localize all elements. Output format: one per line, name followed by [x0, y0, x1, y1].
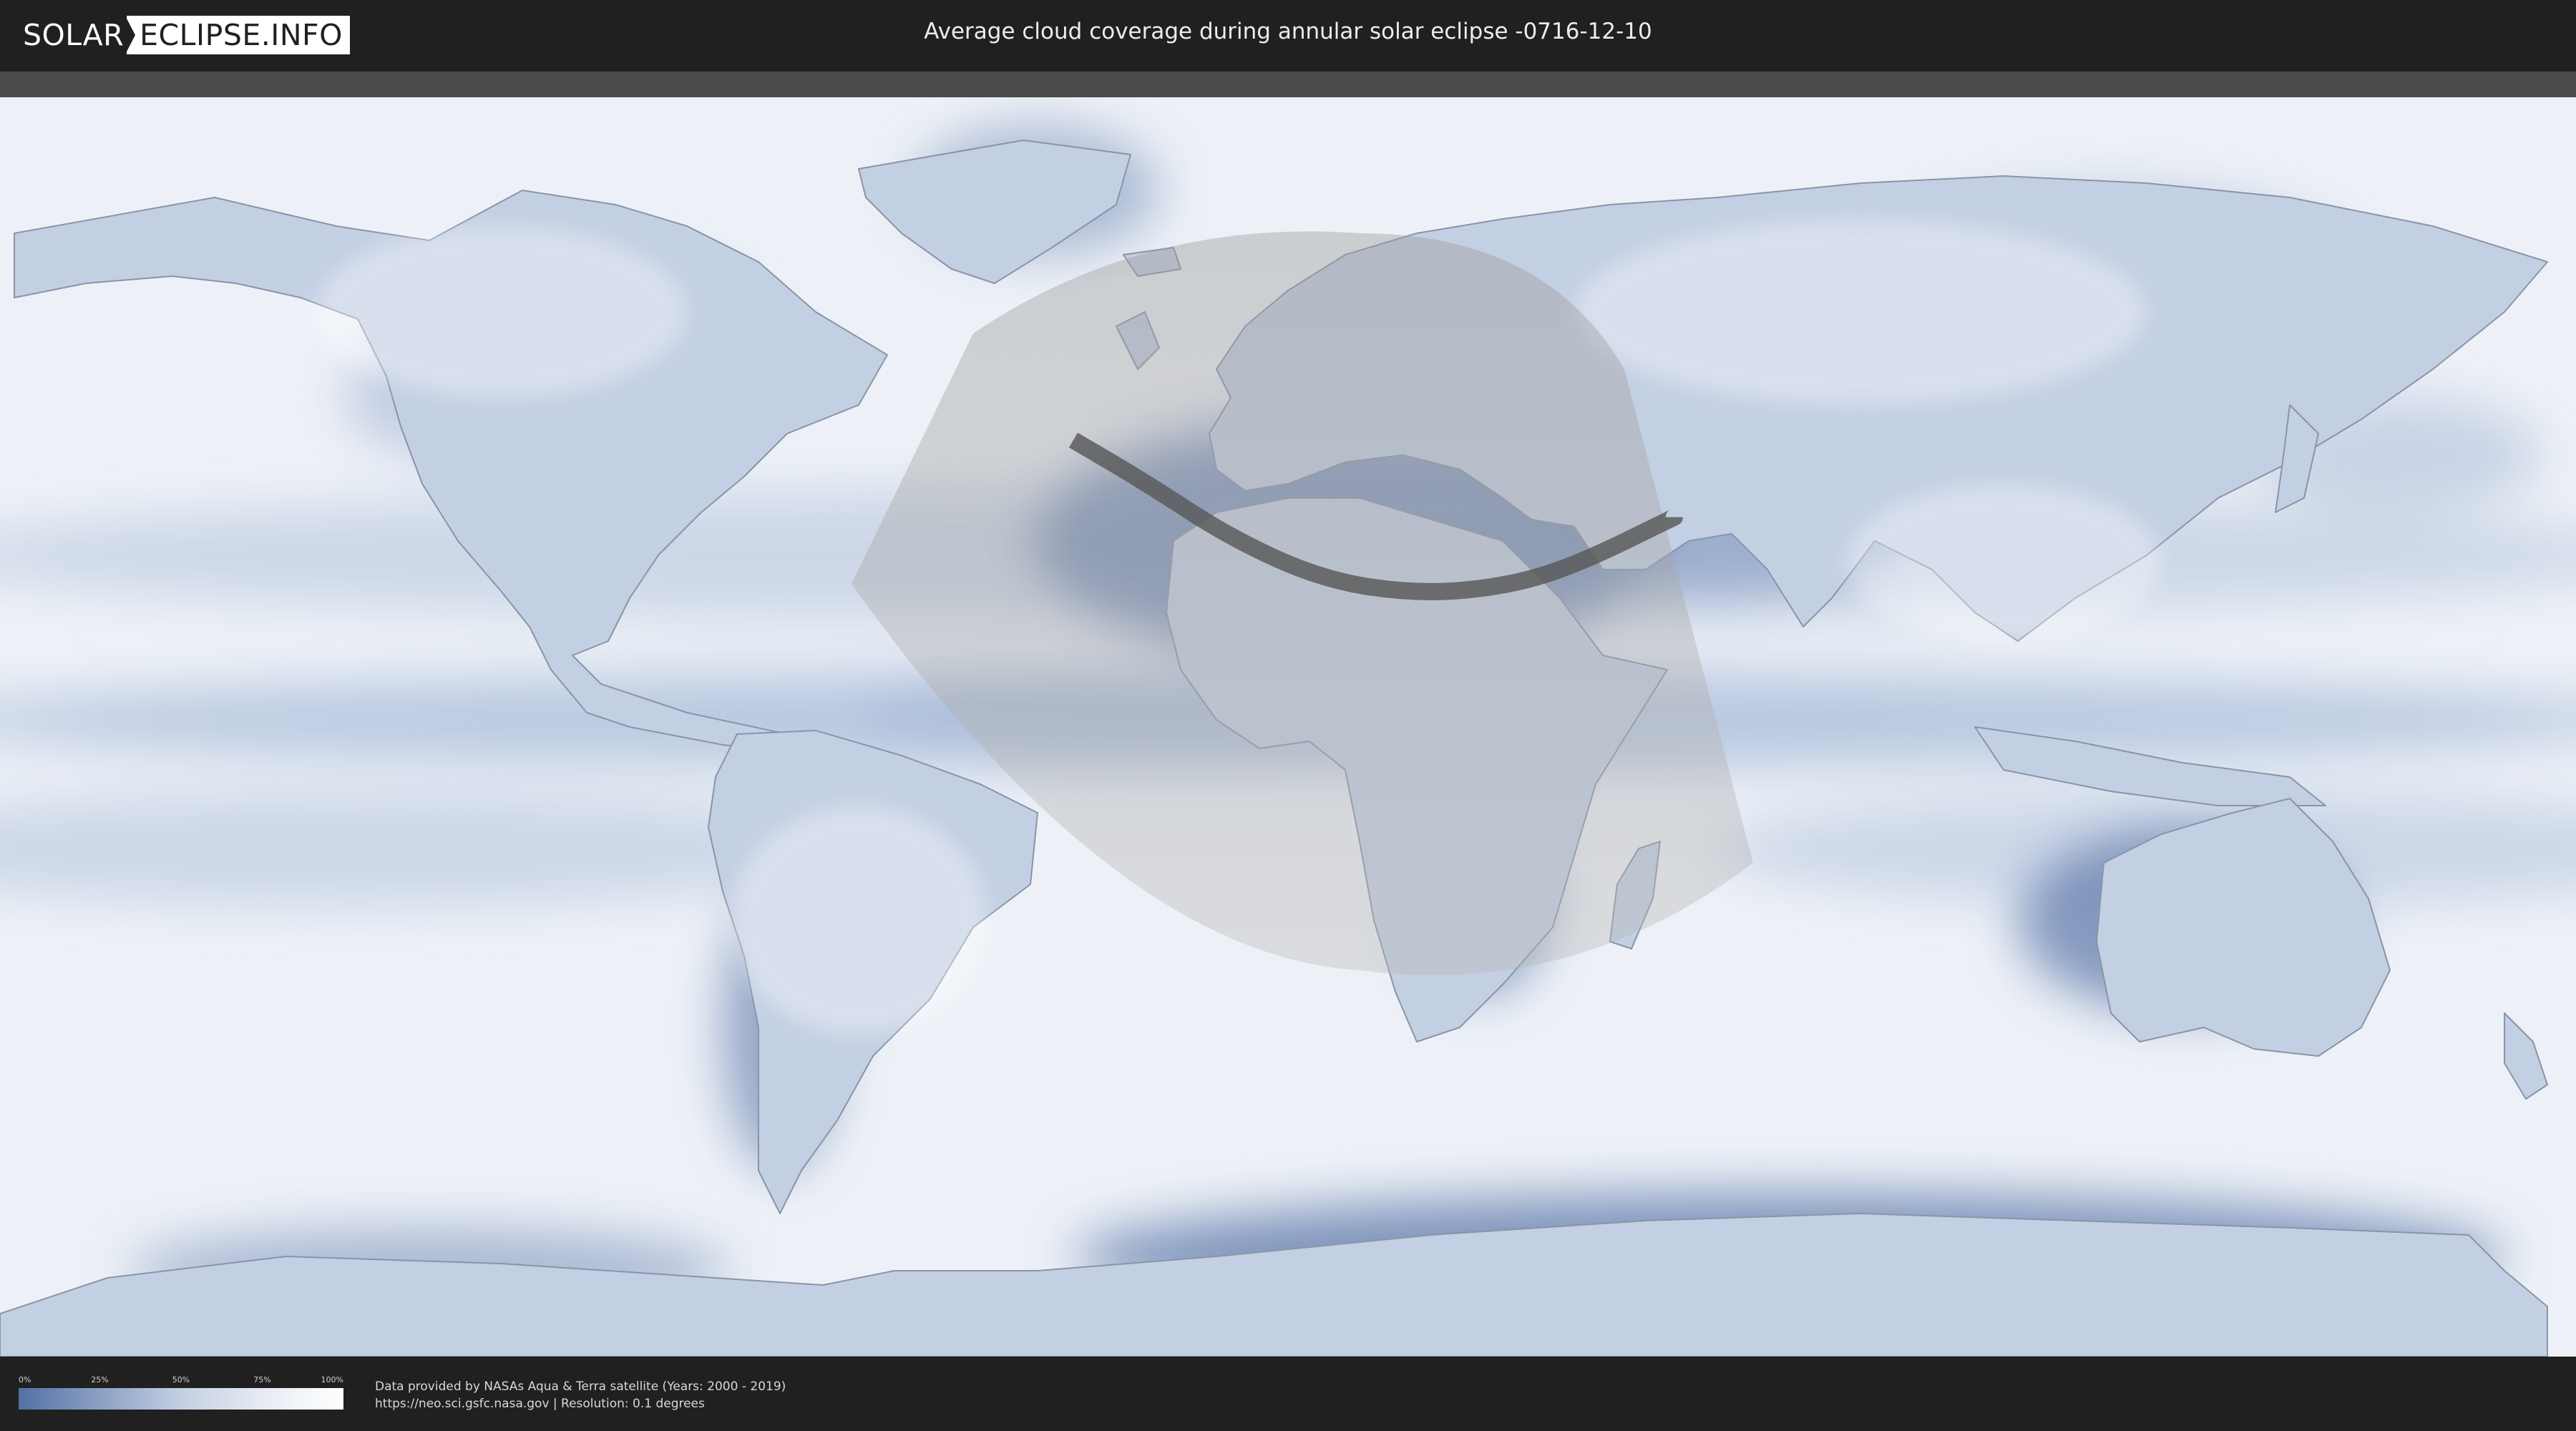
map-svg	[0, 97, 2576, 1357]
legend-tick-50: 50%	[172, 1375, 190, 1384]
legend-tick-75: 75%	[253, 1375, 271, 1384]
page: SOLAR ECLIPSE.INFO Average cloud coverag…	[0, 0, 2576, 1431]
legend-ticks: 0% 25% 50% 75% 100%	[19, 1375, 343, 1387]
cloud-coverage-map	[0, 97, 2576, 1357]
footer-bar: 0% 25% 50% 75% 100% Data provided by NAS…	[0, 1357, 2576, 1431]
page-title: Average cloud coverage during annular so…	[924, 19, 1652, 44]
data-credits: Data provided by NASAs Aqua & Terra sate…	[375, 1378, 786, 1412]
cloud-coverage-legend: 0% 25% 50% 75% 100%	[19, 1375, 343, 1410]
map-top-strip	[0, 72, 2576, 97]
legend-tick-25: 25%	[91, 1375, 109, 1384]
credits-source: Data provided by NASAs Aqua & Terra sate…	[375, 1379, 786, 1394]
header-bar: SOLAR ECLIPSE.INFO Average cloud coverag…	[0, 0, 2576, 72]
credits-url: https://neo.sci.gsfc.nasa.gov | Resoluti…	[375, 1397, 705, 1411]
legend-tick-0: 0%	[19, 1375, 31, 1384]
legend-gradient-bar	[19, 1388, 343, 1410]
legend-tick-100: 100%	[321, 1375, 343, 1384]
